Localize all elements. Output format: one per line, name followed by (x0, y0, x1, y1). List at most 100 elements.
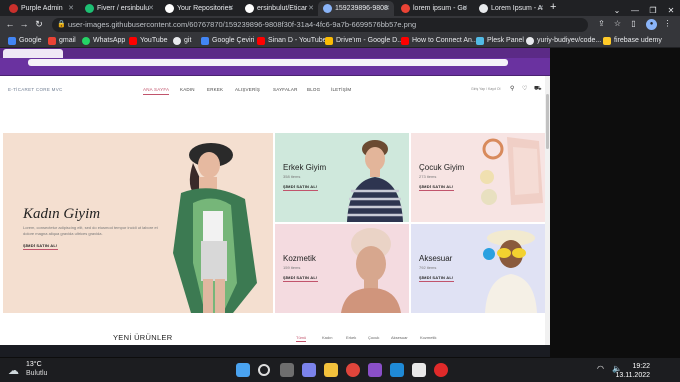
tile-cta[interactable]: ŞİMDİ SATIN AL! (419, 184, 454, 191)
filter-tab-kadin[interactable]: Kadın (322, 335, 332, 340)
bookmark-sinan-youtube[interactable]: Sinan D - YouTube (257, 34, 327, 48)
cosmetics-model-image (341, 228, 401, 313)
url-input[interactable]: 🔒 user-images.githubusercontent.com/60767… (52, 18, 588, 32)
close-tab-icon[interactable]: ✕ (148, 1, 154, 16)
start-icon[interactable] (236, 363, 250, 377)
close-tab-icon[interactable]: ✕ (462, 1, 468, 16)
menu-item-blog[interactable]: BLOG (307, 87, 320, 92)
new-products-heading: YENİ ÜRÜNLER (113, 333, 173, 342)
bookmark-label: Google (19, 37, 42, 44)
accessories-model-image (483, 230, 537, 313)
page-scrollbar[interactable] (545, 76, 550, 345)
bookmark-label: Google Çeviri (212, 37, 255, 44)
bookmark-google-ceviri[interactable]: Google Çeviri (201, 34, 254, 48)
chrome-icon[interactable] (346, 363, 360, 377)
notepad-icon[interactable] (412, 363, 426, 377)
tile-cta[interactable]: ŞİMDİ SATIN AL! (419, 275, 454, 282)
close-tab-icon[interactable]: ✕ (384, 1, 390, 16)
cart-icon[interactable]: ⛟ (534, 85, 542, 93)
bookmark-how-to-connect[interactable]: How to Connect An... (401, 34, 478, 48)
browser-tab[interactable]: Your Repositories ✕ (160, 1, 238, 16)
hero-description: Lorem, consectetur adipiscing elit, sed … (23, 225, 158, 236)
tile-aksesuar[interactable]: Aksesuar 792 items ŞİMDİ SATIN AL! (411, 224, 545, 313)
close-tab-icon[interactable]: ✕ (228, 1, 234, 16)
bookmark-star-icon[interactable]: ☆ (612, 19, 623, 28)
filter-tab-tumu[interactable]: Tümü (296, 335, 307, 342)
github-icon (526, 37, 534, 45)
bookmark-drive[interactable]: Drive'ım - Google D... (325, 34, 403, 48)
tile-cta[interactable]: ŞİMDİ SATIN AL! (283, 184, 318, 191)
filter-tab-cocuk[interactable]: Çocuk (368, 335, 379, 340)
profile-avatar[interactable]: ● (646, 19, 657, 30)
browser-tab-active[interactable]: 159239896-9808 ✕ (318, 1, 394, 16)
task-view-icon[interactable] (280, 363, 294, 377)
bookmark-gmail[interactable]: gmail (48, 34, 76, 48)
opera-icon[interactable] (434, 363, 448, 377)
website-page: E-TİCARET CORE MVC ANA SAYFA KADIN ERKEK… (3, 76, 545, 345)
visual-studio-icon[interactable] (368, 363, 382, 377)
tab-label: Fiverr / ersinbulu (97, 5, 150, 12)
firebase-icon (603, 37, 611, 45)
inner-address-bar (0, 58, 550, 67)
bookmark-whatsapp[interactable]: WhatsApp (82, 34, 125, 48)
youtube-icon (401, 37, 409, 45)
heart-icon[interactable]: ♡ (522, 85, 527, 92)
inner-tab (3, 49, 63, 58)
close-tab-icon[interactable]: ✕ (308, 1, 314, 16)
back-icon[interactable]: ← (4, 19, 16, 29)
search-icon[interactable] (258, 364, 270, 376)
bookmark-yuriy[interactable]: yuriy-budiyev/code... (526, 34, 601, 48)
bookmark-label: WhatsApp (93, 37, 126, 44)
tile-kozmetik[interactable]: Kozmetik 159 items ŞİMDİ SATIN AL! (275, 224, 409, 313)
forward-icon[interactable]: → (18, 19, 30, 29)
tile-erkek-giyim[interactable]: Erkek Giyim 358 items ŞİMDİ SATIN AL! (275, 133, 409, 222)
menu-item-kadin[interactable]: KADIN (180, 87, 195, 92)
menu-item-sayfalar[interactable]: SAYFALAR (273, 87, 298, 92)
browser-tab[interactable]: lorem ipsum - Go ✕ (396, 1, 472, 16)
teams-chat-icon[interactable] (302, 363, 316, 377)
bookmark-plesk[interactable]: Plesk Panel (476, 34, 524, 48)
tab-label: Purple Admin (21, 5, 63, 12)
weather-desc: Bulutlu (26, 370, 48, 377)
close-tab-icon[interactable]: ✕ (68, 1, 74, 16)
search-icon[interactable]: ⚲ (510, 85, 514, 92)
tile-cocuk-giyim[interactable]: Çocuk Giyim 273 items ŞİMDİ SATIN AL! (411, 133, 545, 222)
menu-dots-icon[interactable]: ⋮ (662, 19, 673, 28)
bookmark-git[interactable]: git (173, 34, 191, 48)
login-register-link[interactable]: Giriş Yap / Kayıt Ol (471, 87, 500, 91)
bookmark-label: git (184, 37, 192, 44)
system-clock[interactable]: 19:22 13.11.2022 (615, 362, 650, 380)
tile-count: 358 items (283, 174, 301, 179)
address-bar-row: ← → ↻ 🔒 user-images.githubusercontent.com… (0, 16, 680, 34)
site-logo[interactable]: E-TİCARET CORE MVC (8, 87, 63, 92)
filter-tab-kozmetik[interactable]: Kozmetik (420, 335, 436, 340)
filter-tab-erkek[interactable]: Erkek (346, 335, 356, 340)
bookmark-youtube[interactable]: YouTube (129, 34, 168, 48)
new-tab-button[interactable]: + (550, 1, 556, 13)
share-icon[interactable]: ⇪ (596, 19, 607, 28)
hero-kadin-giyim[interactable]: Kadın Giyim Lorem, consectetur adipiscin… (3, 133, 273, 313)
bookmark-google[interactable]: Google (8, 34, 42, 48)
bookmark-firebase[interactable]: firebase udemy (603, 34, 662, 48)
scrollbar-thumb[interactable] (546, 94, 549, 149)
browser-tab[interactable]: Fiverr / ersinbulu ✕ (80, 1, 158, 16)
sidebar-icon[interactable]: ▯ (628, 19, 639, 28)
browser-tab[interactable]: Lorem Ipsum - A ✕ (474, 1, 548, 16)
menu-item-iletisim[interactable]: İLETİŞİM (331, 87, 351, 92)
menu-item-erkek[interactable]: ERKEK (207, 87, 223, 92)
filter-tab-aksesuar[interactable]: Aksesuar (391, 335, 408, 340)
menu-item-alisveris[interactable]: ALIŞVERİŞ (235, 87, 260, 92)
menu-item-ana-sayfa[interactable]: ANA SAYFA (143, 87, 170, 95)
tile-count: 273 items (419, 174, 437, 179)
browser-tab[interactable]: Purple Admin ✕ (4, 1, 78, 16)
lock-icon: 🔒 (57, 21, 66, 28)
inner-browser-tabbar (0, 48, 550, 58)
close-tab-icon[interactable]: ✕ (538, 1, 544, 16)
browser-tab[interactable]: ersinbulut/Eticar ✕ (240, 1, 318, 16)
file-explorer-icon[interactable] (324, 363, 338, 377)
tile-cta[interactable]: ŞİMDİ SATIN AL! (283, 275, 318, 282)
vscode-icon[interactable] (390, 363, 404, 377)
wifi-icon[interactable]: ◠ (597, 364, 604, 373)
reload-icon[interactable]: ↻ (33, 19, 45, 30)
hero-cta[interactable]: ŞİMDİ SATIN AL! (23, 243, 58, 250)
